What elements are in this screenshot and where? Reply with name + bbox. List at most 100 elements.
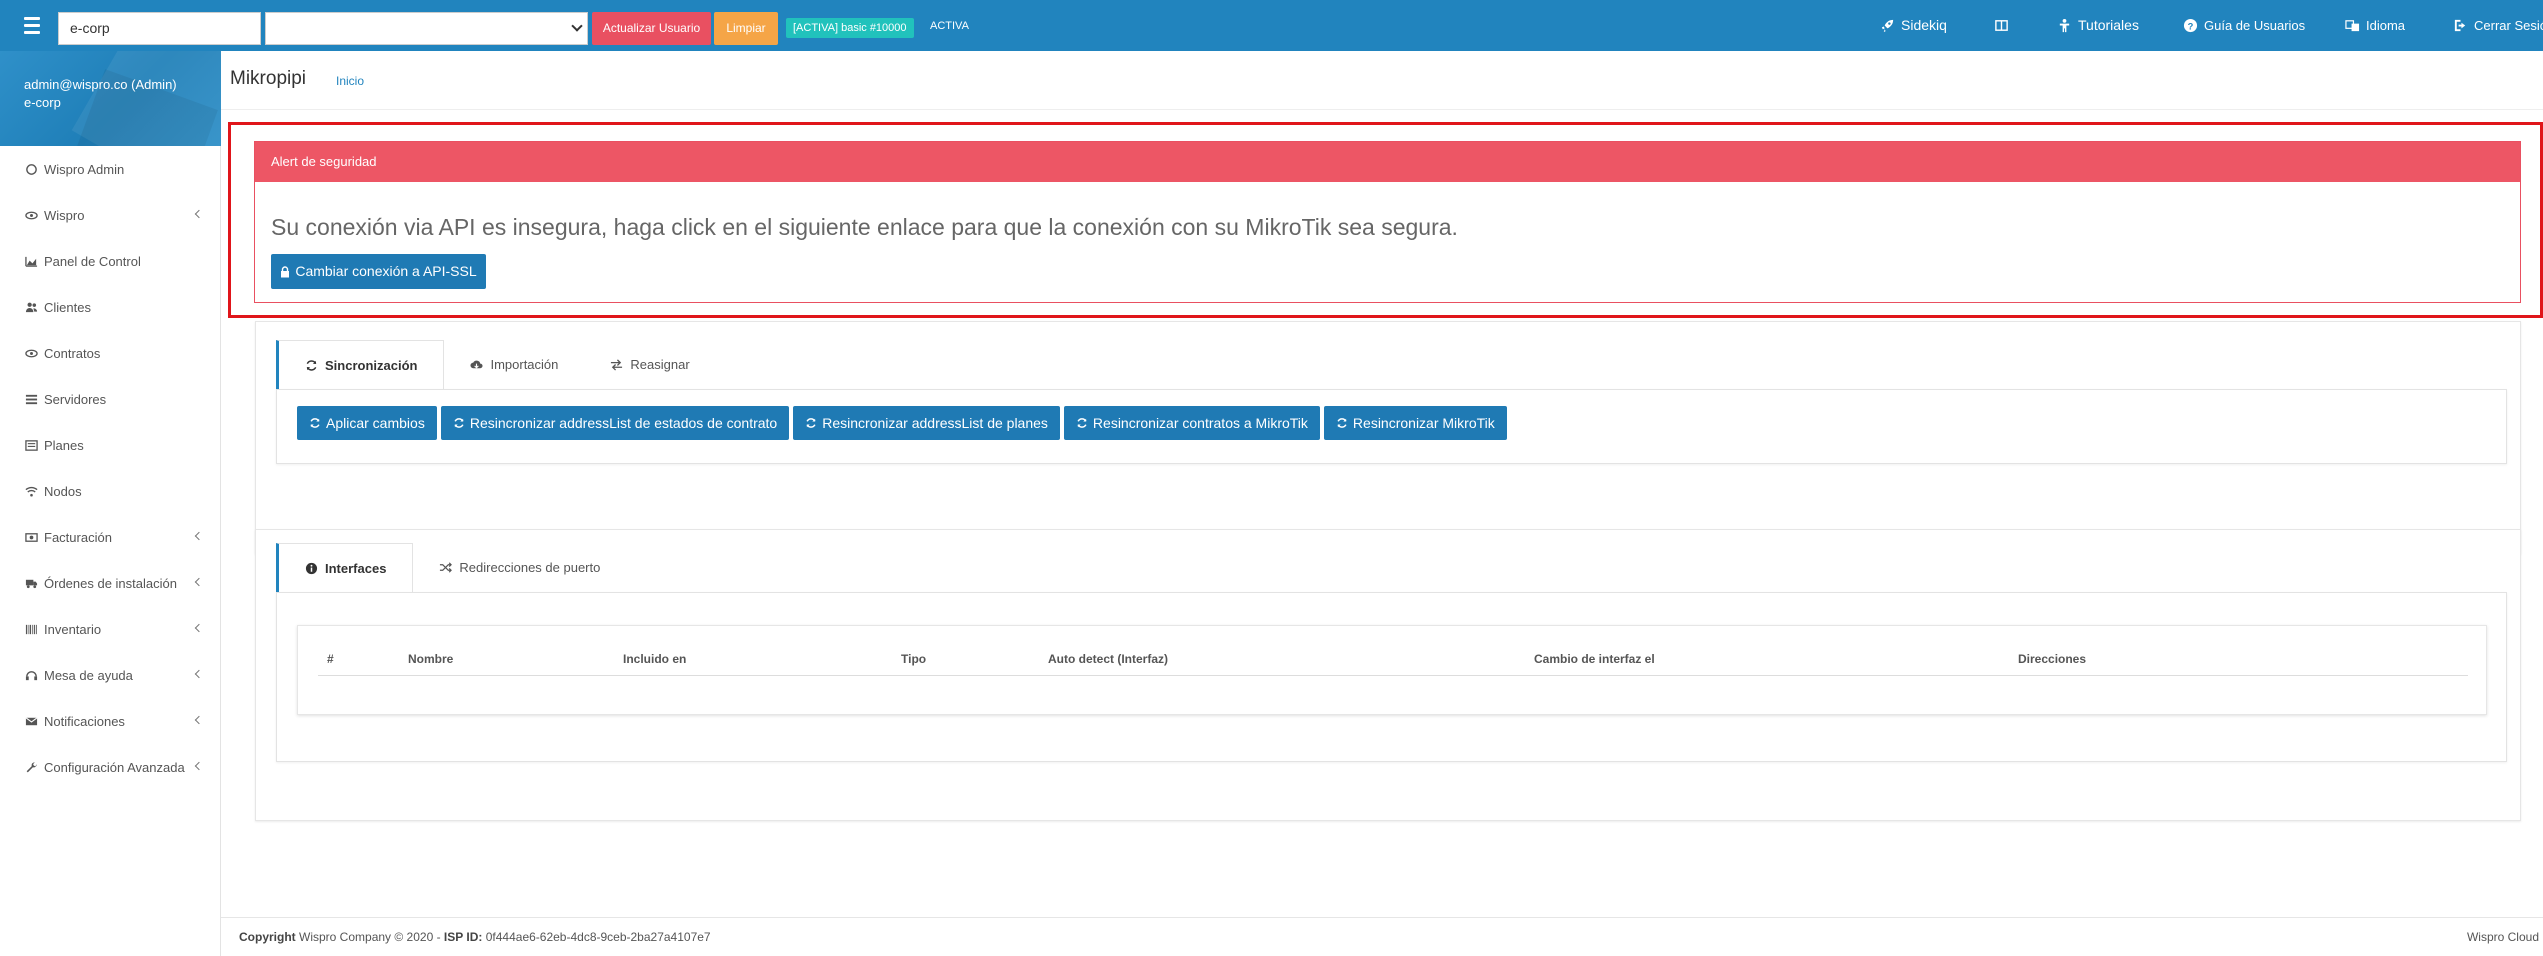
envelope-icon: [25, 716, 38, 725]
security-alert: Alert de seguridad Su conexión via API e…: [254, 141, 2521, 303]
isp-id-label: ISP ID:: [443, 930, 483, 944]
tab-label: Sincronización: [325, 357, 418, 373]
isp-search-input[interactable]: e-corp: [58, 12, 261, 45]
sidebar-item-inventario[interactable]: Inventario: [0, 606, 221, 652]
tab-importacion[interactable]: Importación: [444, 340, 584, 389]
lock-icon: [281, 265, 290, 277]
refresh-icon: [1077, 418, 1087, 428]
user-company: e-corp: [24, 95, 61, 110]
user-email: admin@wispro.co (Admin): [24, 77, 177, 92]
refresh-icon: [454, 418, 464, 428]
switch-api-ssl-button[interactable]: Cambiar conexión a API-SSL: [271, 254, 486, 289]
nav-logout[interactable]: Cerrar Sesió: [2453, 14, 2543, 36]
area-chart-icon: [25, 256, 38, 267]
page-header: Mikropipi Inicio: [221, 51, 2543, 110]
list-icon: [25, 439, 38, 451]
nav-sidekiq-label: Sidekiq: [1901, 17, 1947, 33]
person-icon: [2059, 18, 2070, 32]
resync-contract-states-label: Resincronizar addressList de estados de …: [469, 415, 778, 431]
wifi-icon: [25, 486, 38, 497]
col-included-in: Incluido en: [623, 652, 687, 666]
sidebar-item-servidores[interactable]: Servidores: [0, 376, 221, 422]
tab-label: Interfaces: [325, 560, 387, 576]
columns-icon: [1995, 19, 2008, 31]
resync-contract-states-button[interactable]: Resincronizar addressList de estados de …: [440, 406, 790, 440]
wrench-icon: [26, 761, 37, 772]
status-text: ACTIVA: [930, 20, 969, 32]
eye-icon: [25, 211, 38, 219]
sidebar-item-clientes[interactable]: Clientes: [0, 284, 221, 330]
refresh-icon: [806, 418, 816, 428]
sidebar-item-ordenes-instalacion[interactable]: Órdenes de instalación: [0, 560, 221, 606]
update-user-button[interactable]: Actualizar Usuario: [592, 12, 711, 45]
nav-panels[interactable]: [1994, 14, 2009, 36]
sidebar-item-mesa-de-ayuda[interactable]: Mesa de ayuda: [0, 652, 221, 698]
tab-reasignar[interactable]: Reasignar: [584, 340, 715, 389]
resync-mikrotik-button[interactable]: Resincronizar MikroTik: [1323, 406, 1507, 440]
chevron-left-icon: [194, 715, 204, 725]
breadcrumb-home[interactable]: Inicio: [336, 74, 364, 88]
user-select[interactable]: [265, 12, 588, 45]
resync-contracts-button[interactable]: Resincronizar contratos a MikroTik: [1063, 406, 1320, 440]
sidebar-item-label: Contratos: [44, 345, 101, 361]
sidebar-item-label: Planes: [44, 437, 84, 453]
col-auto-detect: Auto detect (Interfaz): [1048, 652, 1168, 666]
apply-changes-label: Aplicar cambios: [326, 415, 425, 431]
users-icon: [25, 302, 38, 312]
svg-text:?: ?: [2188, 21, 2194, 31]
refresh-icon: [306, 359, 317, 371]
sidebar-item-label: Nodos: [44, 483, 82, 499]
resync-plans-button[interactable]: Resincronizar addressList de planes: [793, 406, 1060, 440]
chevron-down-icon: [571, 20, 583, 32]
clear-button[interactable]: Limpiar: [714, 12, 778, 45]
copyright-text: Wispro Company © 2020 -: [299, 930, 441, 944]
nav-user-guide[interactable]: ? Guía de Usuarios: [2183, 14, 2305, 36]
sidebar-item-label: Inventario: [44, 621, 102, 637]
nav-user-guide-label: Guía de Usuarios: [2204, 17, 2306, 33]
tab-sincronizacion[interactable]: Sincronización: [276, 340, 445, 389]
sidebar-item-nodos[interactable]: Nodos: [0, 468, 221, 514]
sidebar-item-contratos[interactable]: Contratos: [0, 330, 221, 376]
sidebar-item-facturacion[interactable]: Facturación: [0, 514, 221, 560]
sidebar-item-wispro-admin[interactable]: Wispro Admin: [0, 146, 221, 192]
sidebar-item-panel-de-control[interactable]: Panel de Control: [0, 238, 221, 284]
sidebar-item-label: Servidores: [44, 391, 107, 407]
sync-actions: Aplicar cambios Resincronizar addressLis…: [297, 406, 1507, 440]
circle-icon: [26, 163, 37, 175]
user-panel: admin@wispro.co (Admin) e-corp: [0, 51, 221, 146]
server-icon: [25, 394, 38, 404]
refresh-icon: [1337, 418, 1347, 428]
tab-redirecciones[interactable]: Redirecciones de puerto: [413, 543, 626, 592]
sidebar: admin@wispro.co (Admin) e-corp Wispro Ad…: [0, 51, 221, 956]
apply-changes-button[interactable]: Aplicar cambios: [297, 406, 437, 440]
col-type: Tipo: [901, 652, 927, 666]
headset-icon: [25, 670, 38, 680]
footer-brand: Wispro Cloud: [2466, 930, 2539, 944]
sidebar-item-notificaciones[interactable]: Notificaciones: [0, 698, 221, 744]
sync-tab-pane: Aplicar cambios Resincronizar addressLis…: [276, 389, 2507, 464]
sidebar-item-configuracion-avanzada[interactable]: Configuración Avanzada: [0, 744, 221, 790]
copyright-label: Copyright: [239, 930, 296, 944]
nav-language[interactable]: Idioma: [2345, 14, 2405, 36]
nav-tutorials-label: Tutoriales: [2078, 17, 2139, 33]
page-title: Mikropipi: [230, 68, 307, 89]
col-interface-change: Cambio de interfaz el: [1534, 652, 1655, 666]
sidebar-item-wispro[interactable]: Wispro: [0, 192, 221, 238]
nav-sidekiq[interactable]: Sidekiq: [1880, 14, 1947, 36]
sidebar-item-label: Configuración Avanzada: [44, 759, 185, 775]
table-header-divider: [318, 675, 2468, 676]
sidebar-item-planes[interactable]: Planes: [0, 422, 221, 468]
alert-title: Alert de seguridad: [255, 142, 2520, 182]
alert-message: Su conexión via API es insegura, haga cl…: [271, 214, 1458, 240]
barcode-icon: [25, 624, 37, 634]
top-navbar: e-corp Actualizar Usuario Limpiar [ACTIV…: [0, 0, 2543, 51]
cloud-download-icon: [470, 360, 484, 369]
chevron-left-icon: [194, 669, 204, 679]
nav-language-label: Idioma: [2366, 17, 2406, 33]
menu-toggle-icon[interactable]: [24, 14, 44, 36]
footer: Copyright Wispro Company © 2020 - ISP ID…: [221, 917, 2543, 956]
nav-tutorials[interactable]: Tutoriales: [2057, 14, 2139, 36]
footer-copyright: Copyright Wispro Company © 2020 - ISP ID…: [239, 930, 711, 944]
money-icon: [25, 532, 38, 542]
tab-interfaces[interactable]: Interfaces: [276, 543, 414, 592]
